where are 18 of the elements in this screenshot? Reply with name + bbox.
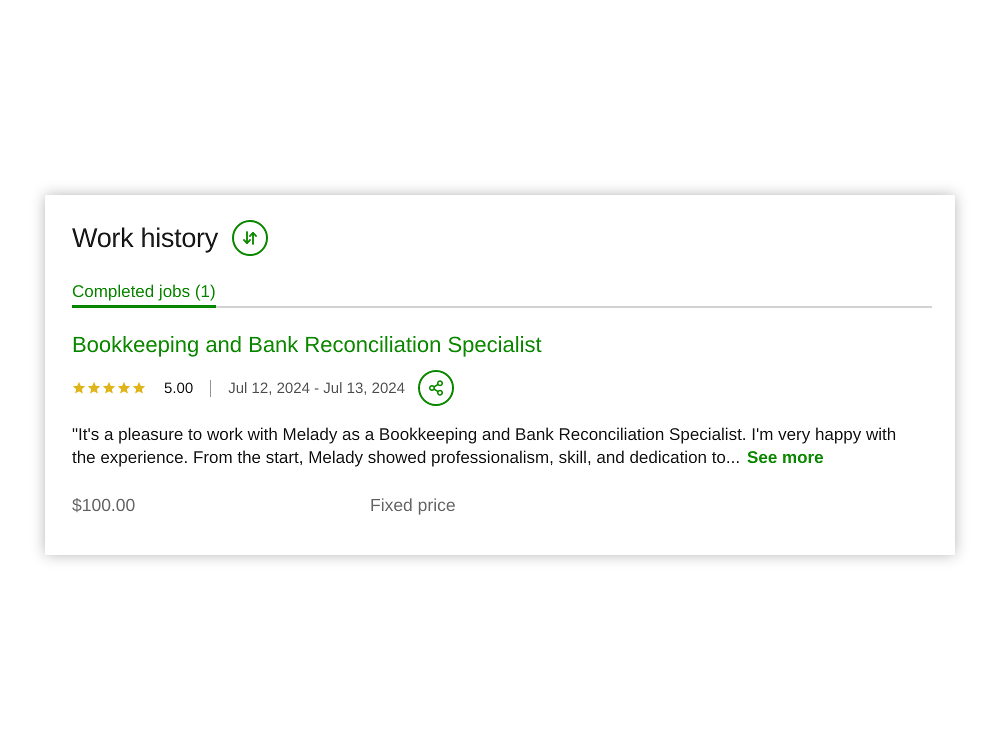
star-icon	[87, 381, 101, 395]
star-icon	[117, 381, 131, 395]
see-more-link[interactable]: See more	[747, 448, 824, 467]
sort-arrows-icon	[242, 230, 257, 246]
sort-button[interactable]	[232, 220, 268, 256]
star-icon	[102, 381, 116, 395]
job-dates: Jul 12, 2024 - Jul 13, 2024	[228, 380, 405, 396]
job-title-link[interactable]: Bookkeeping and Bank Reconciliation Specialist	[72, 332, 542, 358]
job-amount: $100.00	[72, 495, 136, 516]
rating-score: 5.00	[164, 380, 194, 396]
share-button[interactable]	[418, 370, 454, 406]
star-icon	[132, 381, 146, 395]
share-icon	[428, 380, 444, 396]
tab[interactable]: Completed jobs (1)	[72, 282, 216, 308]
feedback-text: "It's a pleasure to work with Melady as a Bookkeeping and Bank Reconciliation Specialist. I'm very happy with the experience. From the start, Melady showed professionalism, skill, and dedication to... See more	[72, 424, 898, 469]
section-title: Work history	[72, 222, 218, 254]
star-icon	[72, 381, 86, 395]
contract-type: Fixed price	[370, 495, 456, 516]
